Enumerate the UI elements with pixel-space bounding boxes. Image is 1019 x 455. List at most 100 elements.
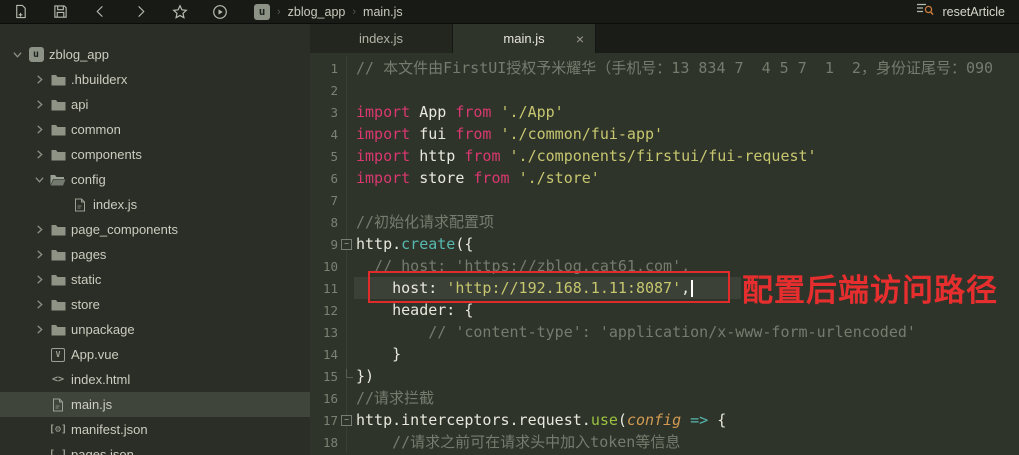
- breadcrumb: u › zblog_app › main.js: [254, 4, 403, 20]
- line-number: 10: [310, 259, 338, 274]
- run-icon[interactable]: [200, 0, 240, 24]
- chevron-down-icon: [8, 50, 26, 59]
- file-json2-icon: [ ]: [48, 448, 68, 455]
- chevron-right-icon: [30, 125, 48, 134]
- save-icon[interactable]: [40, 0, 80, 24]
- chevron-right-icon: [30, 150, 48, 159]
- reset-article-label: resetArticle: [942, 5, 1005, 19]
- tree-item-pages[interactable]: pages: [0, 242, 310, 267]
- annotation-label: 配置后端访问路径: [742, 265, 998, 310]
- folder-icon: [48, 274, 68, 286]
- tree-item-pages.json[interactable]: [ ] pages.json: [0, 442, 310, 455]
- code-area[interactable]: 1 // 本文件由FirstUI授权予米耀华（手机号：13 834 7 4 5 …: [310, 53, 1019, 455]
- back-icon[interactable]: [80, 0, 120, 24]
- line-number: 12: [310, 303, 338, 318]
- tree-item-static[interactable]: static: [0, 267, 310, 292]
- toolbar-icons: [0, 0, 240, 24]
- line-number: 8: [310, 215, 338, 230]
- folder-icon: [48, 224, 68, 236]
- file-json-icon: [⚙]: [48, 423, 68, 437]
- line-number: 14: [310, 347, 338, 362]
- line-number: 3: [310, 105, 338, 120]
- folder-icon: [48, 149, 68, 161]
- code-line-18[interactable]: 18 //请求之前可在请求头中加入token等信息: [310, 431, 1019, 453]
- tree-item-common[interactable]: common: [0, 117, 310, 142]
- tree-item-label: index.js: [93, 197, 137, 212]
- code-line-8[interactable]: 8 //初始化请求配置项: [310, 211, 1019, 233]
- tab-label: main.js: [503, 31, 544, 46]
- fold-collapse-icon[interactable]: −: [341, 239, 352, 250]
- file-js-icon: [48, 398, 68, 412]
- tree-item-config[interactable]: config: [0, 167, 310, 192]
- tree-item-.hbuilderx[interactable]: .hbuilderx: [0, 67, 310, 92]
- line-number: 16: [310, 391, 338, 406]
- chevron-right-icon: [30, 250, 48, 259]
- code-line-15[interactable]: 15 }): [310, 365, 1019, 387]
- tree-item-App.vue[interactable]: V App.vue: [0, 342, 310, 367]
- tree-item-index.js[interactable]: index.js: [0, 192, 310, 217]
- line-number: 13: [310, 325, 338, 340]
- project-icon: u: [26, 47, 46, 62]
- breadcrumb-project[interactable]: zblog_app: [288, 5, 346, 19]
- code-line-2[interactable]: 2: [310, 79, 1019, 101]
- tree-item-zblog_app[interactable]: u zblog_app: [0, 42, 310, 67]
- line-number: 9: [310, 237, 338, 252]
- fold-end-icon: [346, 369, 353, 378]
- tree-item-index.html[interactable]: <> index.html: [0, 367, 310, 392]
- tree-item-label: App.vue: [71, 347, 119, 362]
- folder-icon: [48, 74, 68, 86]
- code-line-5[interactable]: 5 import http from './components/firstui…: [310, 145, 1019, 167]
- tree-item-store[interactable]: store: [0, 292, 310, 317]
- fold-collapse-icon[interactable]: −: [341, 415, 352, 426]
- new-file-icon[interactable]: [0, 0, 40, 24]
- code-line-13[interactable]: 13 // 'content-type': 'application/x-www…: [310, 321, 1019, 343]
- code-line-4[interactable]: 4 import fui from './common/fui-app': [310, 123, 1019, 145]
- file-html-icon: <>: [48, 373, 68, 387]
- annotation-box: [368, 271, 730, 303]
- tree-item-unpackage[interactable]: unpackage: [0, 317, 310, 342]
- code-lines: 1 // 本文件由FirstUI授权予米耀华（手机号：13 834 7 4 5 …: [310, 57, 1019, 453]
- tree-item-label: pages: [71, 247, 106, 262]
- top-toolbar: u › zblog_app › main.js resetArticle: [0, 0, 1019, 24]
- tree-item-api[interactable]: api: [0, 92, 310, 117]
- code-line-14[interactable]: 14 }: [310, 343, 1019, 365]
- chevron-right-icon: [30, 275, 48, 284]
- tree-item-manifest.json[interactable]: [⚙] manifest.json: [0, 417, 310, 442]
- tree-item-components[interactable]: components: [0, 142, 310, 167]
- line-number: 15: [310, 369, 338, 384]
- line-number: 11: [310, 281, 338, 296]
- tree-item-label: api: [71, 97, 88, 112]
- chevron-right-icon: [30, 300, 48, 309]
- chevron-right-icon: ›: [352, 6, 356, 18]
- forward-icon[interactable]: [120, 0, 160, 24]
- tree-item-label: .hbuilderx: [71, 72, 127, 87]
- tree-item-main.js[interactable]: main.js: [0, 392, 310, 417]
- close-icon[interactable]: ×: [576, 31, 584, 47]
- code-line-3[interactable]: 3 import App from './App': [310, 101, 1019, 123]
- code-line-6[interactable]: 6 import store from './store': [310, 167, 1019, 189]
- code-line-16[interactable]: 16 //请求拦截: [310, 387, 1019, 409]
- reset-article-button[interactable]: resetArticle: [916, 2, 1019, 21]
- tree-item-label: unpackage: [71, 322, 135, 337]
- tree-item-page_components[interactable]: page_components: [0, 217, 310, 242]
- tree-item-label: pages.json: [71, 447, 134, 455]
- tab-label: index.js: [359, 31, 403, 46]
- chevron-down-icon: [30, 175, 48, 184]
- tab-index.js[interactable]: index.js: [310, 24, 453, 53]
- folder-icon: [48, 324, 68, 336]
- tab-main.js[interactable]: main.js ×: [453, 24, 596, 53]
- code-line-17[interactable]: 17 − http.interceptors.request.use(confi…: [310, 409, 1019, 431]
- star-icon[interactable]: [160, 0, 200, 24]
- code-line-7[interactable]: 7: [310, 189, 1019, 211]
- tab-bar: index.js main.js ×: [310, 24, 1019, 53]
- code-line-9[interactable]: 9 − http.create({: [310, 233, 1019, 255]
- chevron-right-icon: [30, 75, 48, 84]
- file-vue-icon: V: [48, 348, 68, 362]
- breadcrumb-file[interactable]: main.js: [363, 5, 403, 19]
- uniapp-project-icon: u: [254, 4, 270, 20]
- code-line-1[interactable]: 1 // 本文件由FirstUI授权予米耀华（手机号：13 834 7 4 5 …: [310, 57, 1019, 79]
- folder-icon: [48, 124, 68, 136]
- line-number: 5: [310, 149, 338, 164]
- search-list-icon: [916, 2, 934, 21]
- tree-item-label: page_components: [71, 222, 178, 237]
